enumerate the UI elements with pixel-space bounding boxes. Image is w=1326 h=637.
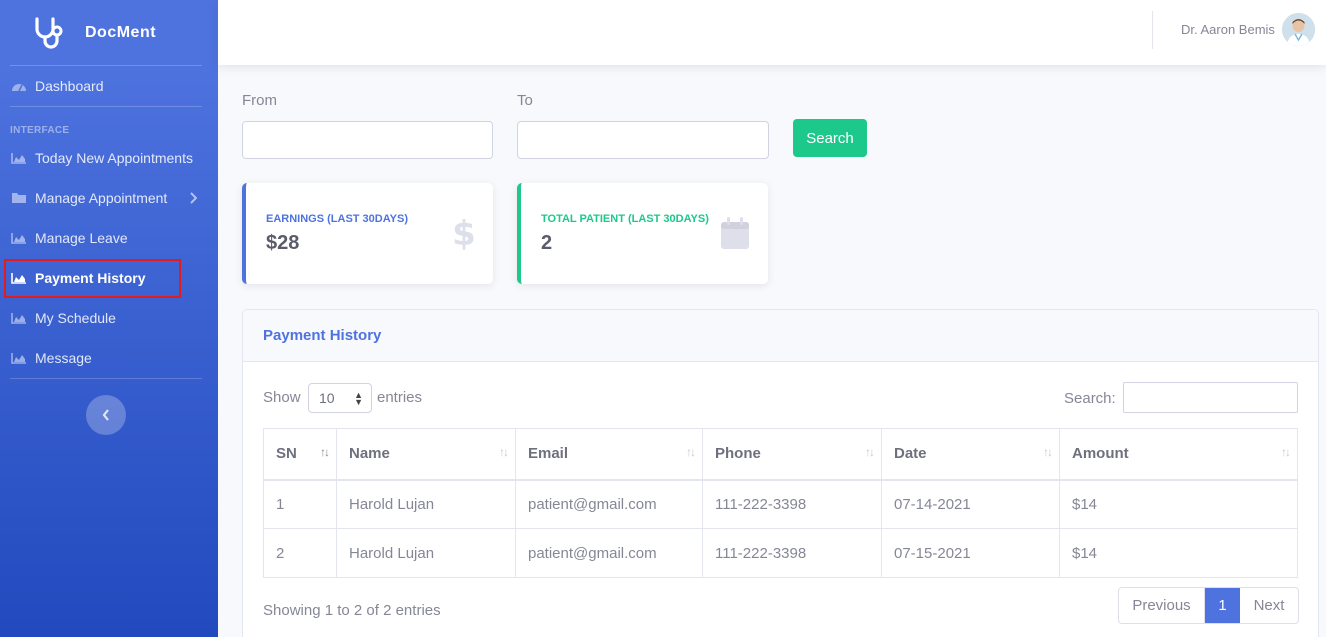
sidebar-toggle-button[interactable] — [86, 395, 126, 435]
cell-email: patient@gmail.com — [515, 528, 703, 578]
cell-date: 07-14-2021 — [881, 479, 1060, 529]
card-title: TOTAL PATIENT (LAST 30DAYS) — [541, 213, 709, 225]
sidebar-item-label: Dashboard — [35, 78, 104, 94]
stethoscope-icon — [35, 16, 63, 49]
search-button[interactable]: Search — [793, 119, 867, 157]
chart-area-icon — [10, 351, 28, 365]
table-search-input[interactable] — [1123, 382, 1298, 413]
table-row: 1 Harold Lujan patient@gmail.com 111-222… — [263, 479, 1298, 529]
table-header-row: SN ↑↓ Name ↑↓ Email ↑↓ Phone ↑↓ Date ↑↓ Amoun… — [263, 428, 1298, 481]
table-search-label: Search: — [1064, 390, 1116, 407]
avatar-image — [1282, 13, 1315, 46]
svg-text:$: $ — [453, 216, 475, 250]
payment-table: SN ↑↓ Name ↑↓ Email ↑↓ Phone ↑↓ Date ↑↓ Amoun… — [263, 428, 1298, 578]
sidebar-item-label: Message — [35, 350, 92, 366]
sidebar-item-manage-leave[interactable]: Manage Leave — [10, 228, 128, 248]
sidebar-divider — [10, 378, 202, 379]
panel-title: Payment History — [263, 327, 382, 344]
cell-name: Harold Lujan — [336, 479, 516, 529]
column-header-amount[interactable]: Amount ↑↓ — [1059, 428, 1298, 481]
select-arrows-icon: ▲ ▼ — [354, 390, 363, 407]
folder-icon — [10, 191, 28, 205]
chart-area-icon — [10, 311, 28, 325]
earnings-card: EARNINGS (LAST 30DAYS) $28 $ — [242, 183, 493, 284]
active-highlight — [4, 259, 181, 298]
chevron-right-icon[interactable] — [189, 192, 197, 204]
sidebar-divider — [10, 106, 202, 107]
payment-history-panel: Payment History Show 10 ▲ ▼ entries Searc… — [242, 309, 1319, 637]
cell-amount: $14 — [1059, 479, 1298, 529]
from-date-input[interactable] — [242, 121, 493, 159]
sort-icon: ↑↓ — [1281, 445, 1291, 459]
cell-phone: 111-222-3398 — [702, 479, 882, 529]
chevron-left-icon — [102, 409, 109, 421]
entries-label: entries — [377, 389, 423, 406]
sort-icon: ↑↓ — [1043, 445, 1053, 459]
pagination: Previous 1 Next — [1118, 587, 1299, 624]
sidebar-item-label: My Schedule — [35, 310, 116, 326]
sidebar-item-label: Manage Appointment — [35, 190, 168, 206]
previous-page-button[interactable]: Previous — [1119, 588, 1205, 623]
dashboard-icon — [10, 79, 28, 93]
cell-phone: 111-222-3398 — [702, 528, 882, 578]
table-info: Showing 1 to 2 of 2 entries — [263, 602, 441, 619]
card-value: 2 — [541, 232, 553, 254]
column-header-sn[interactable]: SN ↑↓ — [263, 428, 337, 481]
page-size-select[interactable]: 10 ▲ ▼ — [308, 383, 372, 413]
sort-icon: ↑↓ — [865, 445, 875, 459]
calendar-icon — [721, 217, 749, 249]
cell-amount: $14 — [1059, 528, 1298, 578]
user-name[interactable]: Dr. Aaron Bemis — [1181, 22, 1275, 37]
to-date-input[interactable] — [517, 121, 769, 159]
to-label: To — [517, 92, 533, 109]
sidebar-item-my-schedule[interactable]: My Schedule — [10, 308, 116, 328]
panel-header: Payment History — [243, 310, 1318, 362]
from-label: From — [242, 92, 277, 109]
column-header-date[interactable]: Date ↑↓ — [881, 428, 1060, 481]
chart-area-icon — [10, 151, 28, 165]
chart-area-icon — [10, 231, 28, 245]
column-header-name[interactable]: Name ↑↓ — [336, 428, 516, 481]
show-label: Show — [263, 389, 301, 406]
sidebar-heading: INTERFACE — [10, 125, 70, 136]
cell-sn: 1 — [263, 479, 337, 529]
sidebar-item-manage-appointment[interactable]: Manage Appointment — [10, 188, 167, 208]
card-value: $28 — [266, 232, 300, 254]
topbar: Dr. Aaron Bemis — [218, 0, 1326, 65]
brand-name: DocMent — [85, 23, 157, 41]
page-size-value: 10 — [319, 390, 335, 406]
card-title: EARNINGS (LAST 30DAYS) — [266, 213, 409, 225]
topbar-divider — [1152, 11, 1153, 49]
cell-name: Harold Lujan — [336, 528, 516, 578]
column-header-phone[interactable]: Phone ↑↓ — [702, 428, 882, 481]
page-1-button[interactable]: 1 — [1205, 588, 1240, 623]
table-row: 2 Harold Lujan patient@gmail.com 111-222… — [263, 528, 1298, 578]
sidebar-divider — [10, 65, 202, 66]
sidebar: DocMent Dashboard INTERFACE Today New Ap… — [0, 0, 218, 637]
cell-date: 07-15-2021 — [881, 528, 1060, 578]
cell-email: patient@gmail.com — [515, 479, 703, 529]
sidebar-item-label: Today New Appointments — [35, 150, 193, 166]
cell-sn: 2 — [263, 528, 337, 578]
total-patient-card: TOTAL PATIENT (LAST 30DAYS) 2 — [517, 183, 768, 284]
column-header-email[interactable]: Email ↑↓ — [515, 428, 703, 481]
next-page-button[interactable]: Next — [1240, 588, 1298, 623]
sidebar-item-today-new-appointments[interactable]: Today New Appointments — [10, 148, 193, 168]
sidebar-item-dashboard[interactable]: Dashboard — [10, 76, 104, 96]
avatar[interactable] — [1282, 13, 1315, 46]
sort-icon: ↑↓ — [499, 445, 509, 459]
sort-icon: ↑↓ — [686, 445, 696, 459]
sort-icon: ↑↓ — [320, 445, 330, 459]
brand[interactable]: DocMent — [0, 0, 218, 65]
dollar-icon: $ — [453, 216, 475, 250]
sidebar-item-label: Manage Leave — [35, 230, 128, 246]
sidebar-item-message[interactable]: Message — [10, 348, 92, 368]
